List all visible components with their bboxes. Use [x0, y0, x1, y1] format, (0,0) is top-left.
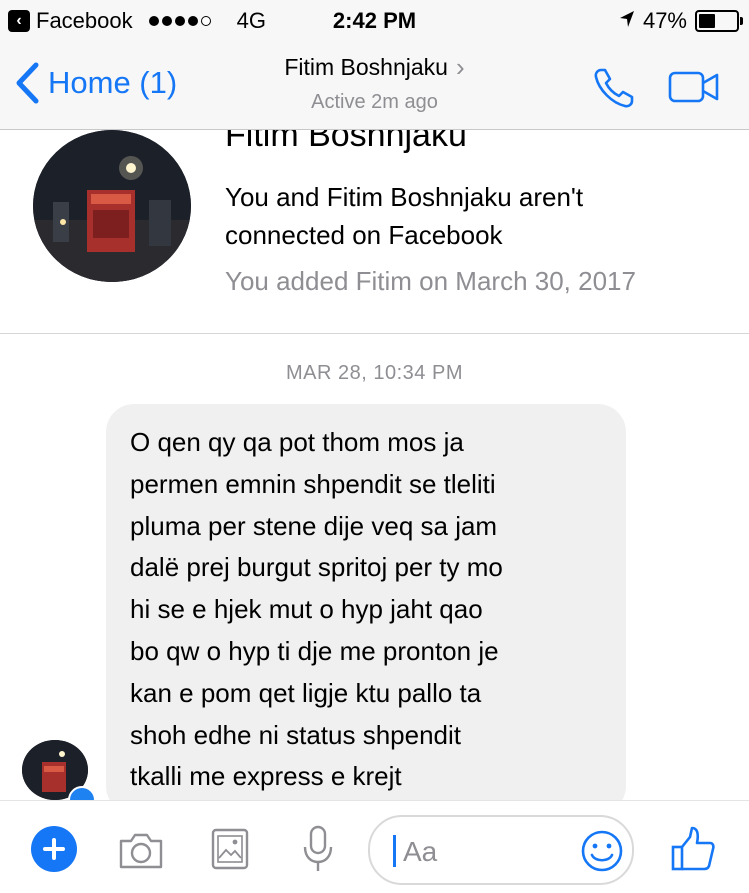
message-composer	[0, 800, 749, 893]
microphone-icon[interactable]	[302, 825, 334, 878]
camera-icon[interactable]	[117, 831, 165, 876]
message-line: O qen qy qa pot thom mos ja	[130, 427, 464, 457]
contact-avatar[interactable]	[33, 130, 191, 282]
message-input[interactable]	[401, 829, 575, 875]
photo-icon[interactable]	[211, 828, 249, 875]
location-arrow-icon	[619, 8, 635, 34]
message-timestamp: MAR 28, 10:34 PM	[286, 362, 463, 384]
battery-icon	[695, 10, 743, 32]
navigation-bar: Home (1) Fitim Boshnjaku › Active 2m ago	[0, 40, 749, 130]
message-line: permen emnin shpendit se tleliti	[130, 468, 496, 499]
profile-name: Fitim Boshnjaku	[225, 130, 467, 154]
message-bubble[interactable]: O qen qy qa pot thom mos ja permen emnin…	[106, 404, 626, 814]
video-call-icon[interactable]	[668, 70, 720, 109]
profile-header: Fitim Boshnjaku You and Fitim Boshnjaku …	[0, 130, 749, 334]
message-line: pluma per stene dije veq sa jam	[130, 510, 498, 541]
message-line: shoh edhe ni status shpendit	[130, 719, 462, 750]
status-right: 47%	[619, 8, 743, 34]
message-line: dalë prej burgut spritoj per ty mo	[130, 552, 503, 583]
text-caret	[393, 835, 396, 867]
message-line: bo qw o hyp ti dje me pronton je	[130, 635, 499, 666]
emoji-icon[interactable]	[580, 829, 624, 878]
phone-call-icon[interactable]	[592, 66, 636, 115]
conversation-header[interactable]: Fitim Boshnjaku › Active 2m ago	[0, 52, 749, 114]
plus-icon[interactable]	[31, 826, 77, 872]
chevron-right-icon: ›	[455, 52, 465, 82]
status-bar: ‹ Facebook 4G 2:42 PM 47%	[0, 0, 749, 40]
contact-name: Fitim Boshnjaku	[284, 54, 448, 80]
message-line: hi se e hjek mut o hyp jaht qao	[130, 594, 483, 625]
message-line: kan e pom qet ligje ktu pallo ta	[130, 677, 482, 708]
thumbs-up-icon[interactable]	[670, 825, 716, 878]
battery-percent: 47%	[642, 8, 687, 33]
added-info: You added Fitim on March 30, 2017	[225, 266, 636, 296]
active-status: Active 2m ago	[311, 91, 438, 113]
connection-info: You and Fitim Boshnjaku aren't connected…	[225, 182, 584, 250]
message-line: tkalli me express e krejt	[130, 761, 402, 792]
